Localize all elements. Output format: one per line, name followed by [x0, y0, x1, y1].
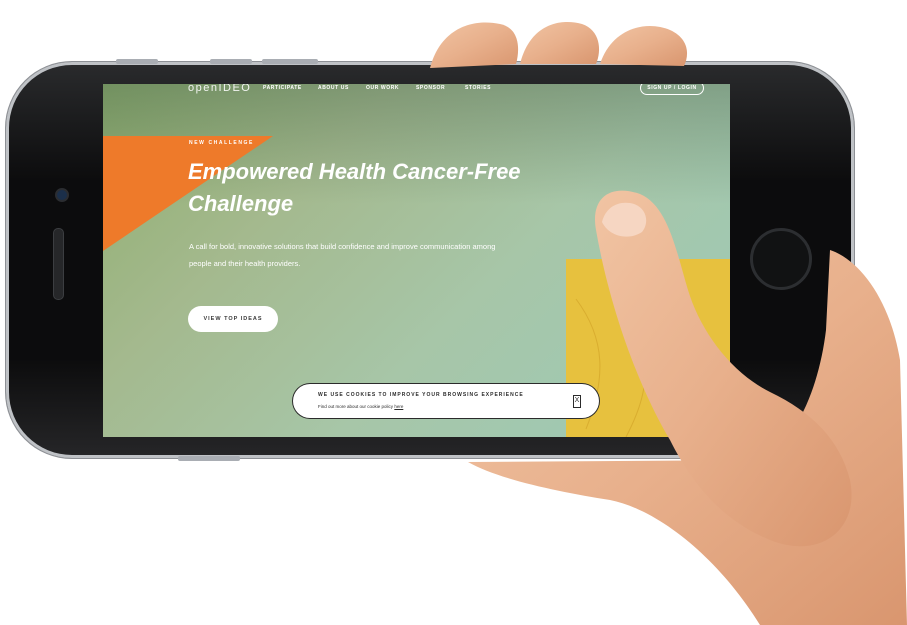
- phone-side-button: [116, 59, 158, 64]
- phone-side-button: [210, 59, 252, 64]
- nav-about-us[interactable]: ABOUT US: [318, 85, 349, 91]
- page-title: Empowered Health Cancer-Free Challenge: [188, 159, 521, 216]
- nav-our-work[interactable]: OUR WORK: [366, 85, 399, 91]
- home-button[interactable]: [750, 228, 812, 290]
- challenge-badge: NEW CHALLENGE: [189, 140, 254, 146]
- sign-up-login-button[interactable]: SIGN UP / LOGIN: [640, 84, 704, 95]
- nav-participate[interactable]: PARTICIPATE: [263, 85, 302, 91]
- speaker-grille: [53, 228, 64, 300]
- top-nav: openIDEO PARTICIPATE ABOUT US OUR WORK S…: [103, 84, 730, 98]
- nav-stories[interactable]: STORIES: [465, 85, 491, 91]
- cookie-banner: WE USE COOKIES TO IMPROVE YOUR BROWSING …: [293, 384, 599, 418]
- view-top-ideas-button[interactable]: VIEW TOP IDEAS: [188, 306, 278, 332]
- nav-sponsor[interactable]: SPONSOR: [416, 85, 445, 91]
- phone-side-button: [262, 59, 318, 64]
- close-icon[interactable]: X: [573, 395, 581, 408]
- phone-screen: openIDEO PARTICIPATE ABOUT US OUR WORK S…: [103, 84, 730, 437]
- cookie-policy-link[interactable]: here: [394, 404, 403, 409]
- camera-icon: [55, 188, 69, 202]
- cookie-headline: WE USE COOKIES TO IMPROVE YOUR BROWSING …: [318, 392, 524, 398]
- phone-side-button: [178, 456, 240, 461]
- cookie-subtext: Find out more about our cookie policy he…: [318, 404, 403, 409]
- hero-description: A call for bold, innovative solutions th…: [189, 242, 496, 268]
- openideo-logo[interactable]: openIDEO: [188, 84, 251, 94]
- cookie-policy-text: Find out more about our cookie policy: [318, 404, 394, 409]
